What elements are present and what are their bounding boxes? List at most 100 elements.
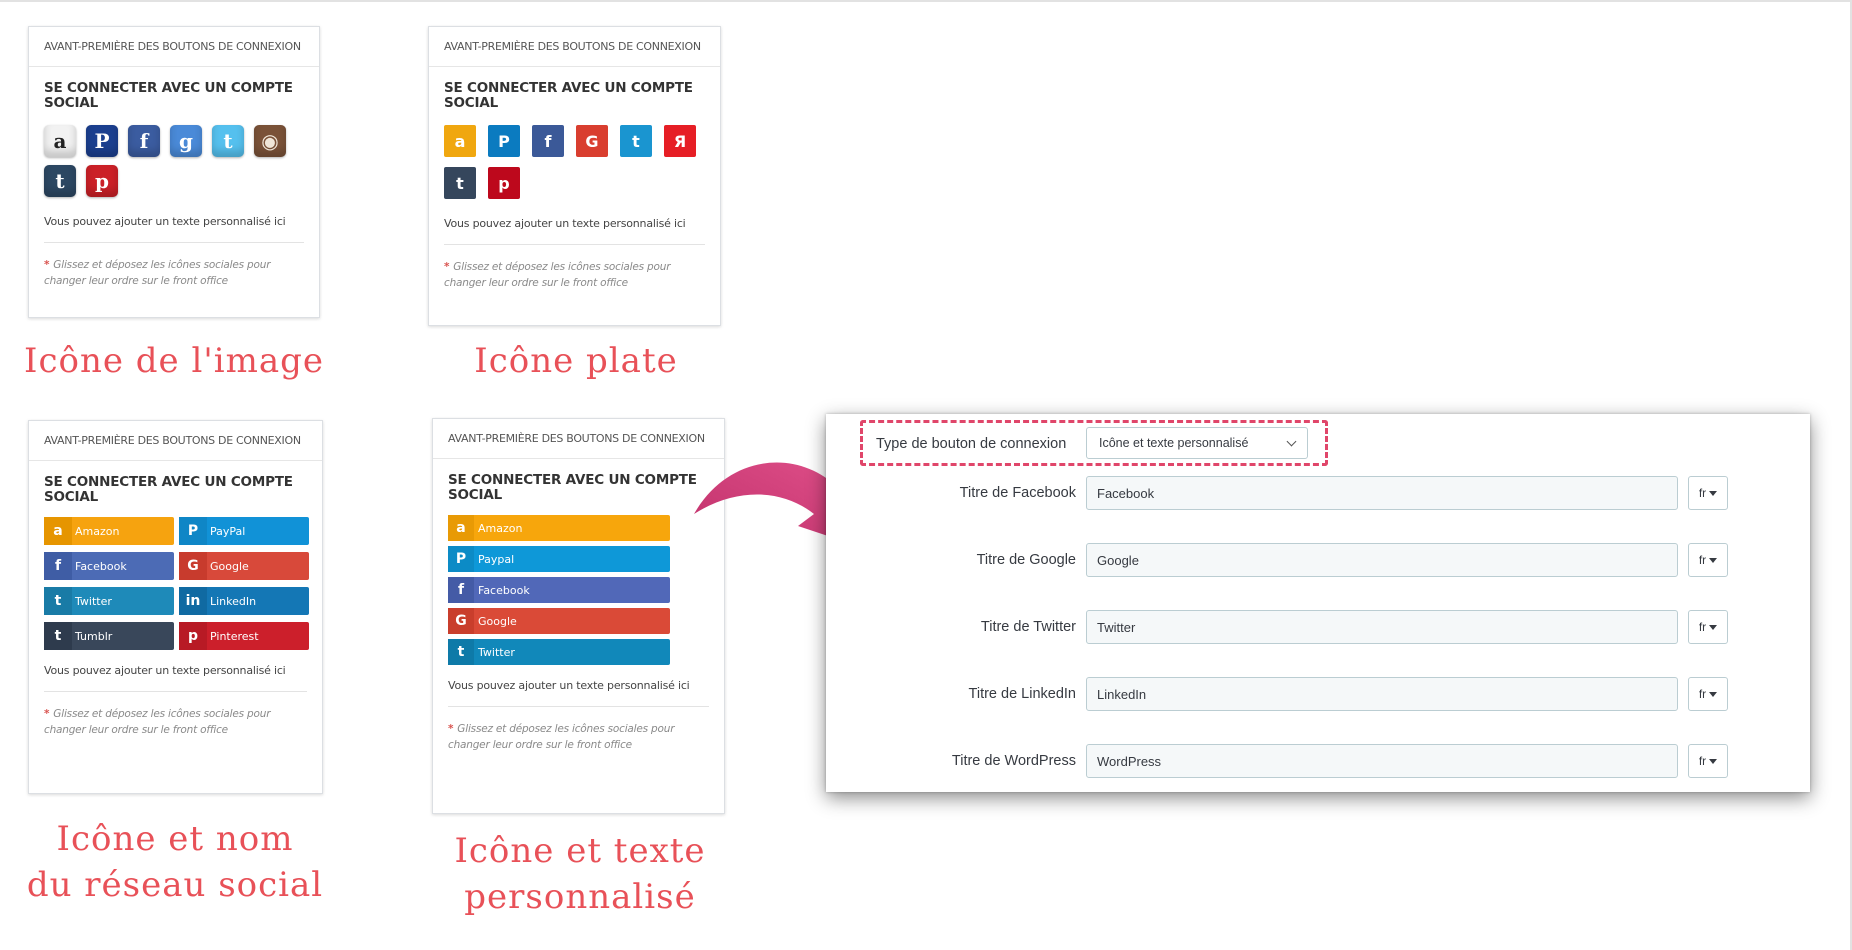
type-select[interactable]: Icône et texte personnalisé [1086, 427, 1308, 459]
amazon-button[interactable]: a Amazon [44, 517, 174, 545]
twitter-icon: t [44, 587, 72, 615]
language-code: fr [1698, 486, 1707, 500]
preview-header: AVANT-PREMIÈRE DES BOUTONS DE CONNEXION [29, 421, 322, 461]
setting-row: Titre de LinkedIn LinkedIn fr [826, 677, 1810, 711]
instagram-icon[interactable]: ◉ [254, 125, 286, 157]
tumblr-button[interactable]: t Tumblr [44, 622, 174, 650]
preview-header: AVANT-PREMIÈRE DES BOUTONS DE CONNEXION [29, 27, 319, 67]
caption-icon-text: Icône et texte personnalisé [430, 828, 730, 920]
chevron-down-icon [1286, 436, 1297, 447]
preview-icon-and-custom-text: AVANT-PREMIÈRE DES BOUTONS DE CONNEXION … [432, 418, 725, 814]
paypal-icon[interactable]: P [86, 125, 118, 157]
custom-text: Vous pouvez ajouter un texte personnalis… [44, 664, 286, 677]
title-input[interactable]: WordPress [1086, 744, 1678, 778]
pinterest-label: Pinterest [210, 629, 259, 643]
caption-line: personnalisé [464, 877, 696, 917]
language-code: fr [1698, 687, 1707, 701]
paypal-label: Paypal [478, 552, 515, 566]
custom-text: Vous pouvez ajouter un texte personnalis… [44, 215, 286, 228]
setting-row: Titre de WordPress WordPress fr [826, 744, 1810, 778]
preview-title: SE CONNECTER AVEC UN COMPTE SOCIAL [44, 80, 293, 111]
settings-panel: Type de bouton de connexion Icône et tex… [826, 414, 1810, 792]
setting-row: Titre de Facebook Facebook fr [826, 476, 1810, 510]
pinterest-icon[interactable]: p [488, 167, 520, 199]
amazon-icon[interactable]: a [444, 125, 476, 157]
amazon-button[interactable]: a Amazon [448, 515, 670, 541]
language-code: fr [1698, 754, 1707, 768]
field-label: Titre de LinkedIn [968, 686, 1076, 702]
twitter-icon: t [448, 639, 474, 665]
caret-down-icon [1709, 758, 1718, 764]
google-button[interactable]: G Google [448, 608, 670, 634]
facebook-icon[interactable]: f [532, 125, 564, 157]
preview-image-icons: AVANT-PREMIÈRE DES BOUTONS DE CONNEXION … [28, 26, 320, 318]
google-icon[interactable]: G [576, 125, 608, 157]
paypal-icon[interactable]: P [488, 125, 520, 157]
field-label: Titre de WordPress [951, 753, 1076, 769]
preview-title: SE CONNECTER AVEC UN COMPTE SOCIAL [448, 472, 697, 503]
divider [444, 244, 705, 245]
caption-line: du réseau social [26, 865, 324, 905]
caret-down-icon [1709, 624, 1718, 630]
language-select[interactable]: fr [1688, 543, 1728, 577]
paypal-icon: P [448, 546, 474, 572]
preview-header: AVANT-PREMIÈRE DES BOUTONS DE CONNEXION [429, 27, 720, 67]
field-label: Titre de Google [976, 552, 1076, 568]
divider [44, 242, 304, 243]
tumblr-icon: t [44, 622, 72, 650]
caption-line: Icône et texte [454, 831, 706, 871]
amazon-icon: a [448, 515, 474, 541]
caret-down-icon [1709, 557, 1718, 563]
caret-down-icon [1709, 691, 1718, 697]
linkedin-button[interactable]: in LinkedIn [179, 587, 309, 615]
flat-icons-row: aPfGtЯtp [444, 125, 705, 199]
tumblr-icon[interactable]: t [44, 165, 76, 197]
language-select[interactable]: fr [1688, 744, 1728, 778]
google-label: Google [210, 559, 249, 573]
drag-note: * Glissez et déposez les icônes sociales … [44, 708, 271, 736]
preview-header: AVANT-PREMIÈRE DES BOUTONS DE CONNEXION [433, 419, 724, 459]
pinterest-icon[interactable]: p [86, 165, 118, 197]
facebook-icon: f [448, 577, 474, 603]
pinterest-icon: p [179, 622, 207, 650]
facebook-label: Facebook [478, 583, 530, 597]
twitter-button[interactable]: t Twitter [44, 587, 174, 615]
paypal-button[interactable]: P Paypal [448, 546, 670, 572]
drag-note: * Glissez et déposez les icônes sociales … [444, 261, 671, 289]
facebook-icon[interactable]: f [128, 125, 160, 157]
title-input[interactable]: Twitter [1086, 610, 1678, 644]
language-select[interactable]: fr [1688, 677, 1728, 711]
google-icon[interactable]: g [170, 125, 202, 157]
facebook-button[interactable]: f Facebook [44, 552, 174, 580]
setting-row: Titre de Google Google fr [826, 543, 1810, 577]
preview-title: SE CONNECTER AVEC UN COMPTE SOCIAL [444, 80, 693, 111]
drag-note: * Glissez et déposez les icônes sociales … [44, 259, 271, 287]
custom-buttons-list: a Amazon P Paypal f Facebook G Google t Twitter [448, 515, 709, 665]
custom-text: Vous pouvez ajouter un texte personnalis… [444, 217, 686, 230]
yandex-icon[interactable]: Я [664, 125, 696, 157]
language-code: fr [1698, 553, 1707, 567]
language-select[interactable]: fr [1688, 476, 1728, 510]
title-input[interactable]: Google [1086, 543, 1678, 577]
google-icon: G [179, 552, 207, 580]
tumblr-icon[interactable]: t [444, 167, 476, 199]
facebook-button[interactable]: f Facebook [448, 577, 670, 603]
field-label: Titre de Twitter [980, 619, 1076, 635]
caption-image-icon: Icône de l'image [24, 341, 324, 381]
tumblr-label: Tumblr [75, 629, 113, 643]
twitter-icon[interactable]: t [212, 125, 244, 157]
language-select[interactable]: fr [1688, 610, 1728, 644]
title-input[interactable]: LinkedIn [1086, 677, 1678, 711]
pinterest-button[interactable]: p Pinterest [179, 622, 309, 650]
google-button[interactable]: G Google [179, 552, 309, 580]
amazon-icon[interactable]: a [44, 125, 76, 157]
image-icons-row: a Pf g t ◉ t p [44, 125, 304, 197]
twitter-button[interactable]: t Twitter [448, 639, 670, 665]
twitter-icon[interactable]: t [620, 125, 652, 157]
preview-title: SE CONNECTER AVEC UN COMPTE SOCIAL [44, 474, 293, 505]
title-input[interactable]: Facebook [1086, 476, 1678, 510]
google-icon: G [448, 608, 474, 634]
amazon-label: Amazon [75, 524, 120, 538]
amazon-icon: a [44, 517, 72, 545]
paypal-button[interactable]: P PayPal [179, 517, 309, 545]
